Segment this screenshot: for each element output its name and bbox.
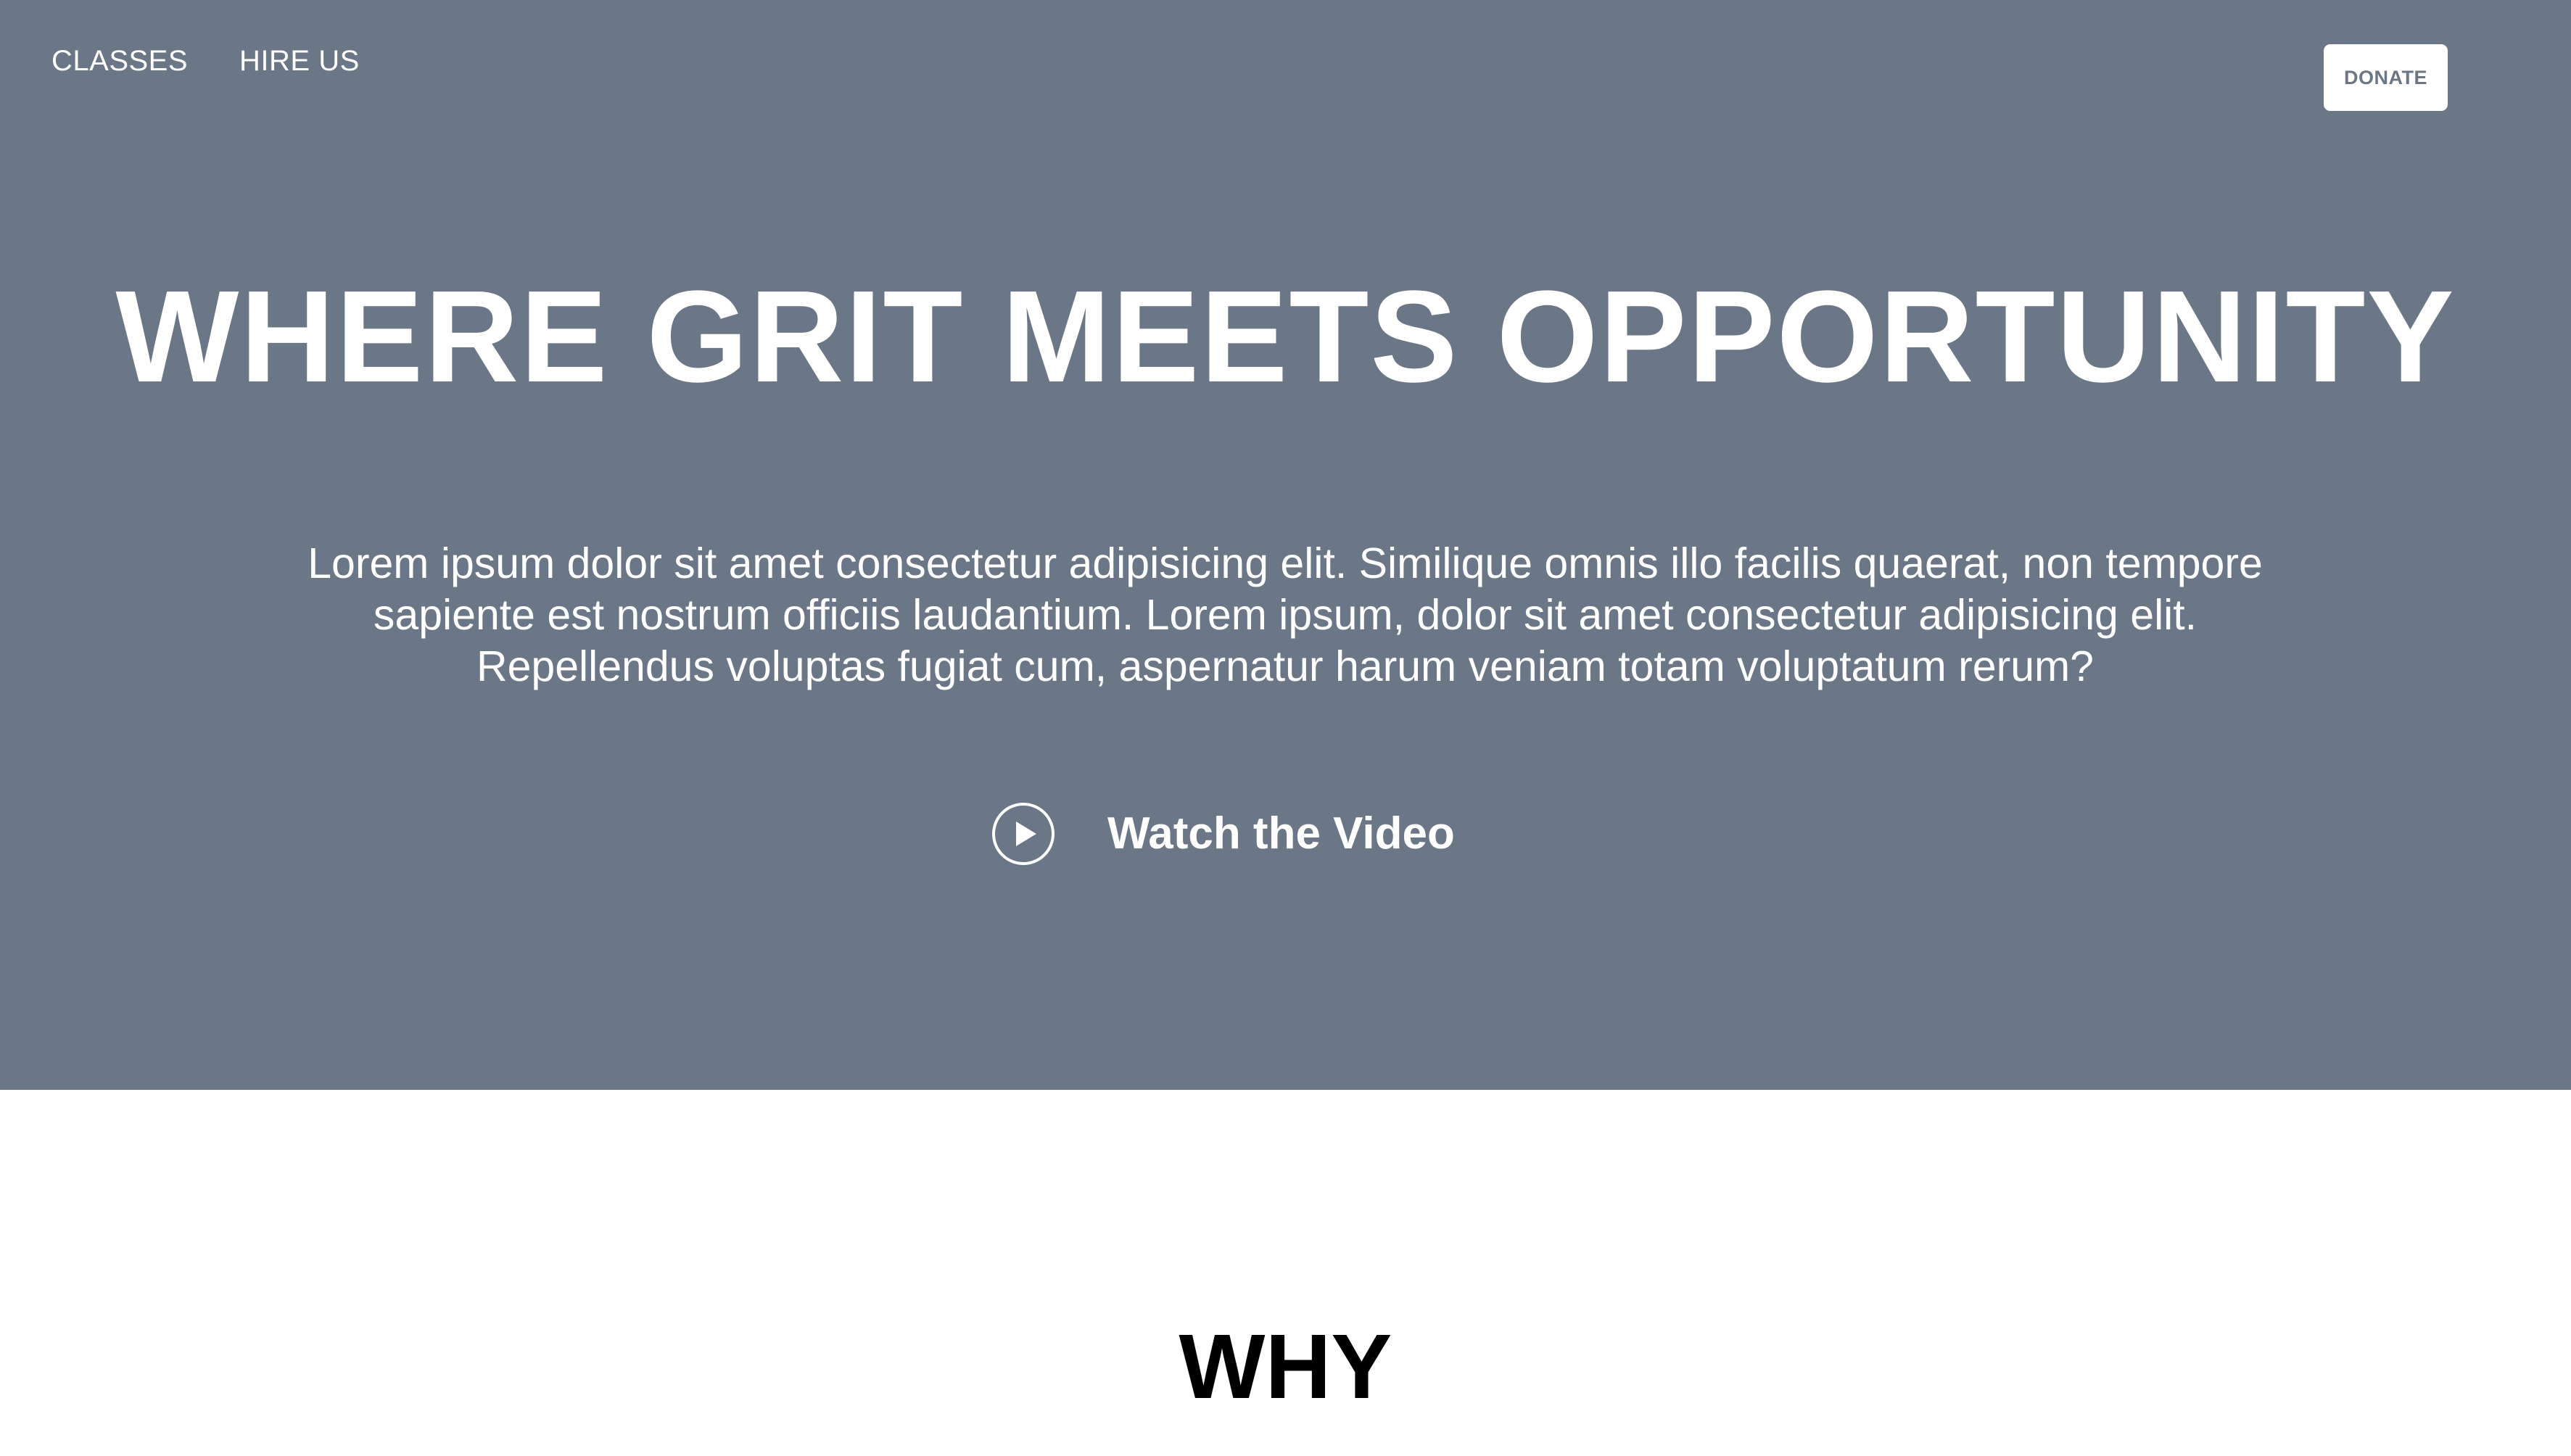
donate-button[interactable]: DONATE (2324, 44, 2448, 111)
play-circle-icon (992, 803, 1055, 865)
hero-section: CLASSES HIRE US DONATE WHERE GRIT MEETS … (0, 0, 2571, 1090)
nav-item-hire-us[interactable]: HIRE US (239, 42, 360, 80)
nav-item-classes[interactable]: CLASSES (51, 42, 188, 80)
watch-video-link[interactable]: Watch the Video (991, 802, 1455, 866)
hero-title: WHERE GRIT MEETS OPPORTUNITY (115, 264, 2456, 410)
main-nav: CLASSES HIRE US (51, 42, 360, 80)
hero-description: Lorem ipsum dolor sit amet consectetur a… (308, 539, 2263, 690)
watch-video-label: Watch the Video (1107, 808, 1455, 859)
why-heading: WHY (1179, 1315, 1392, 1418)
